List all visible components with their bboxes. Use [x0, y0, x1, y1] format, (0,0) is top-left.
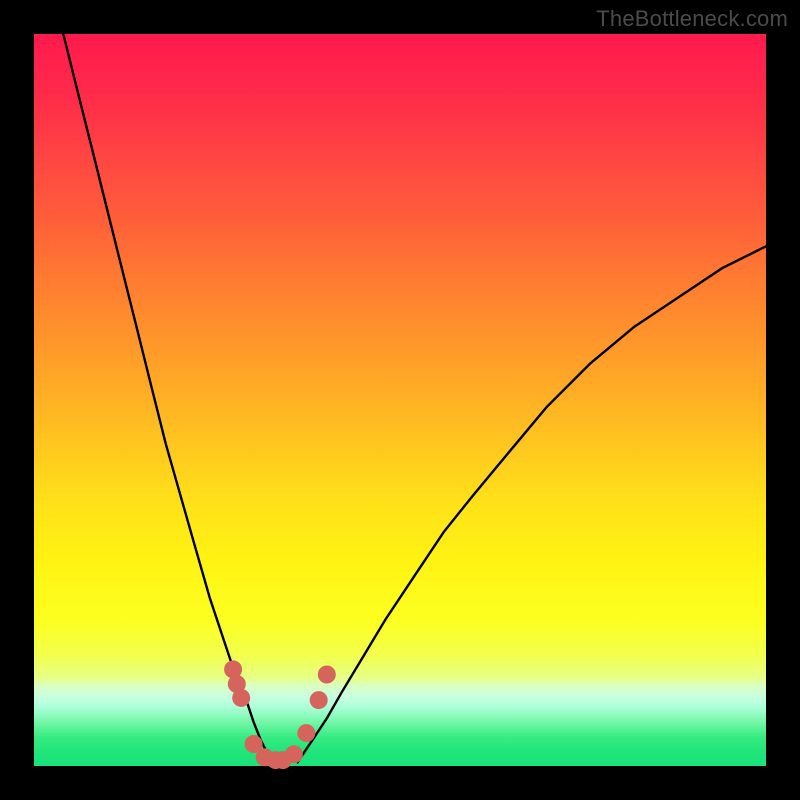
- series-line: [63, 34, 275, 762]
- plot-area: [34, 34, 766, 766]
- watermark-text: TheBottleneck.com: [596, 6, 788, 32]
- series-lines: [63, 34, 766, 762]
- data-markers: [224, 660, 336, 769]
- data-marker: [297, 724, 315, 742]
- data-marker: [310, 691, 328, 709]
- data-marker: [285, 745, 303, 763]
- curves-layer: [34, 34, 766, 766]
- series-line: [298, 246, 767, 762]
- data-marker: [232, 689, 250, 707]
- chart-frame: TheBottleneck.com: [0, 0, 800, 800]
- data-marker: [318, 666, 336, 684]
